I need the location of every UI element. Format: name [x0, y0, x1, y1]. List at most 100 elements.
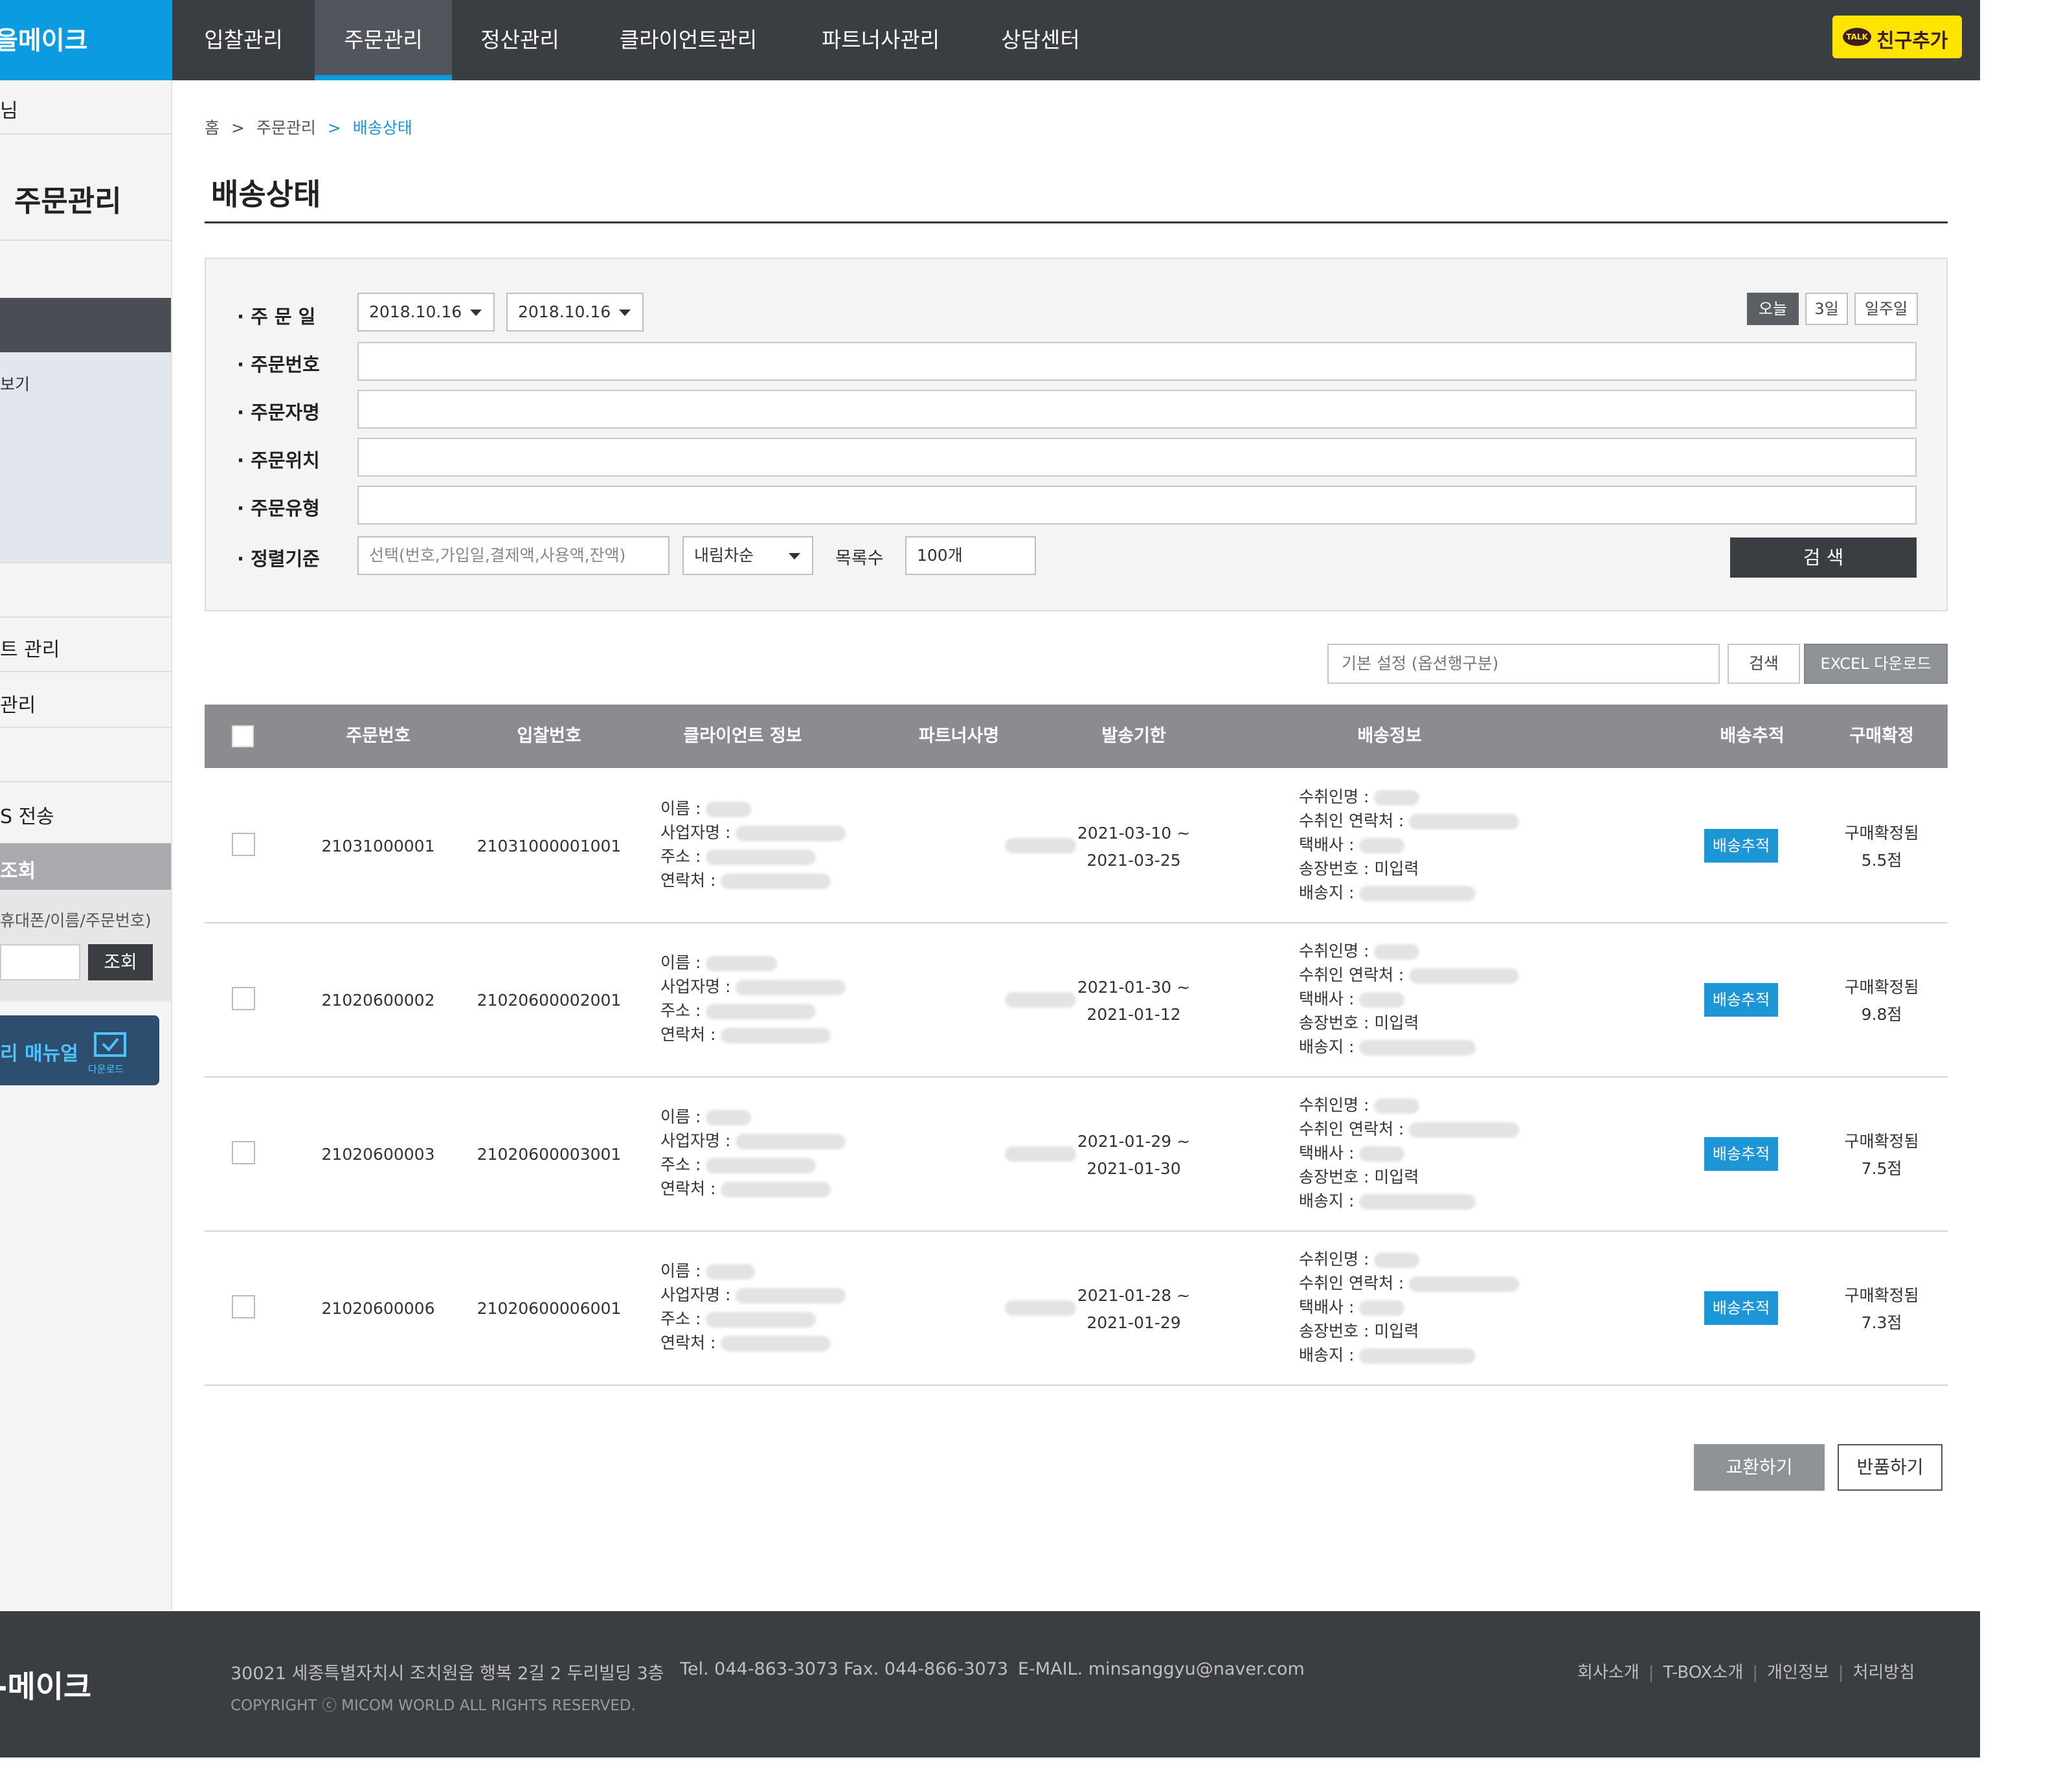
excel-download-button[interactable]: EXCEL 다운로드 [1804, 644, 1948, 684]
list-count-label: 목록수 [835, 548, 884, 569]
nav-client-management[interactable]: 클라이언트관리 [588, 0, 789, 80]
exchange-button[interactable]: 교환하기 [1694, 1444, 1825, 1491]
nav-label: 파트너사관리 [821, 27, 940, 52]
footer-link-privacy[interactable]: 개인정보 [1767, 1663, 1829, 1682]
column-delivery-info: 배송정보 [1357, 726, 1422, 746]
delivery-field-label: 수취인명 : [1299, 787, 1369, 806]
client-info: 이름 : 사업자명 : 주소 : 연락처 : [660, 1259, 846, 1355]
sort-order-select[interactable]: 내림차순 [682, 536, 813, 575]
select-all-checkbox[interactable] [232, 725, 254, 747]
purchase-score: 5.5점 [1861, 851, 1902, 870]
invoice-status: 미입력 [1374, 1322, 1419, 1340]
delivery-field-label: 송장번호 : [1299, 1322, 1369, 1340]
download-icon [94, 1032, 126, 1057]
sidebar-active-group[interactable] [0, 298, 171, 352]
page-title: 배송상태 [211, 177, 321, 212]
sidebar-divider [0, 562, 171, 563]
delivery-info-line: 수취인 연락처 : [1299, 963, 1520, 987]
ship-deadline: 2021-01-30 ~ 2021-01-12 [1053, 974, 1215, 1028]
sidebar-item-manage[interactable]: 관리 [0, 689, 36, 718]
row-checkbox[interactable] [232, 987, 255, 1010]
breadcrumb-parent[interactable]: 주문관리 [256, 119, 316, 137]
search-button[interactable]: 검 색 [1730, 537, 1917, 578]
sidebar-lookup-input[interactable] [0, 944, 80, 980]
redacted-value [1359, 1194, 1476, 1210]
client-field-label: 주소 : [660, 1001, 701, 1020]
nav-consultation-center[interactable]: 상담센터 [973, 0, 1109, 80]
active-nav-indicator [315, 75, 452, 80]
quick-3days-button[interactable]: 3일 [1805, 293, 1848, 325]
sort-field-input[interactable]: 선택(번호,가입일,결제액,사용액,잔액) [357, 536, 670, 575]
logo-text: 을메이크 [0, 27, 88, 56]
order-location-input[interactable] [357, 438, 1917, 477]
row-checkbox[interactable] [232, 833, 255, 856]
footer-link-company[interactable]: 회사소개 [1577, 1663, 1639, 1682]
delivery-tracking-button[interactable]: 배송추적 [1704, 829, 1778, 863]
delivery-info: 수취인명 : 수취인 연락처 : 택배사 : 송장번호 : 미입력 배송지 : [1299, 785, 1520, 905]
sidebar-item-view[interactable]: 보기 [0, 372, 30, 395]
orderer-name-input[interactable] [357, 390, 1917, 429]
list-count-input[interactable]: 100개 [905, 536, 1036, 575]
sidebar-item-client[interactable]: 트 관리 [0, 633, 60, 662]
date-to-select[interactable]: 2018.10.16 [506, 293, 644, 332]
sidebar-divider [0, 671, 171, 672]
logo-area[interactable]: 을메이크 [0, 0, 172, 80]
redacted-value [1359, 838, 1405, 853]
manual-download-button[interactable]: 리 매뉴얼 다운로드 [0, 1015, 159, 1085]
client-info-line: 이름 : [660, 951, 846, 975]
delivery-info-line: 택배사 : [1299, 1295, 1519, 1319]
breadcrumb-home[interactable]: 홈 [205, 119, 220, 137]
bid-number: 21020600002001 [477, 991, 622, 1010]
return-button[interactable]: 반품하기 [1838, 1444, 1942, 1491]
kakao-add-friend-button[interactable]: TALK 친구추가 [1832, 16, 1962, 58]
sidebar-item-sms[interactable]: S 전송 [0, 800, 54, 829]
nav-settlement-management[interactable]: 정산관리 [452, 0, 588, 80]
sidebar-lookup-button[interactable]: 조회 [88, 944, 153, 980]
order-date-label: · 주 문 일 [237, 306, 316, 328]
sidebar-section-title: 주문관리 [14, 184, 122, 218]
client-info-line: 주소 : [660, 1307, 846, 1331]
client-info-line: 주소 : [660, 1153, 846, 1177]
delivery-tracking-button[interactable]: 배송추적 [1704, 1291, 1778, 1325]
footer-link-policy[interactable]: 처리방침 [1852, 1663, 1915, 1682]
delivery-info-line: 수취인명 : [1299, 1247, 1519, 1271]
footer-separator: | [1648, 1663, 1654, 1682]
client-field-label: 연락처 : [660, 1333, 716, 1352]
footer-link-tbox[interactable]: T-BOX소개 [1663, 1663, 1743, 1682]
option-search-button[interactable]: 검색 [1728, 644, 1800, 684]
client-field-label: 주소 : [660, 847, 701, 866]
delivery-info-line: 송장번호 : 미입력 [1299, 857, 1519, 881]
invoice-status: 미입력 [1374, 1168, 1419, 1186]
nav-order-management[interactable]: 주문관리 [315, 0, 452, 80]
quick-today-button[interactable]: 오늘 [1747, 293, 1799, 325]
ship-deadline-end: 2021-01-29 [1087, 1313, 1181, 1332]
delivery-tracking-button[interactable]: 배송추적 [1704, 983, 1778, 1017]
table-header: 주문번호 입찰번호 클라이언트 정보 파트너사명 발송기한 배송정보 배송추적 … [205, 705, 1948, 768]
purchase-score: 7.3점 [1861, 1313, 1902, 1332]
client-info-line: 사업자명 : [660, 820, 846, 844]
date-from-select[interactable]: 2018.10.16 [357, 293, 495, 332]
option-setting-input[interactable]: 기본 설정 (옵션행구분) [1327, 644, 1720, 684]
delivery-field-label: 수취인 연락처 : [1299, 1120, 1404, 1138]
delivery-info-line: 배송지 : [1299, 881, 1519, 905]
purchase-confirm-status: 구매확정됨 [1844, 1132, 1919, 1151]
delivery-info-line: 송장번호 : 미입력 [1299, 1011, 1519, 1035]
delivery-info-line: 택배사 : [1299, 833, 1519, 857]
nav-partner-management[interactable]: 파트너사관리 [789, 0, 973, 80]
redacted-value [1374, 790, 1420, 806]
delivery-tracking-button[interactable]: 배송추적 [1704, 1137, 1778, 1171]
sidebar-divider [0, 240, 171, 241]
delivery-info-line: 송장번호 : 미입력 [1299, 1319, 1519, 1343]
ship-deadline: 2021-01-29 ~ 2021-01-30 [1053, 1128, 1215, 1182]
sidebar-divider [0, 133, 171, 135]
column-partner-name: 파트너사명 [918, 726, 1000, 746]
order-number: 21020600006 [321, 1299, 435, 1318]
quick-week-button[interactable]: 일주일 [1854, 293, 1918, 325]
order-number-input[interactable] [357, 342, 1917, 381]
orderer-name-label: · 주문자명 [237, 401, 320, 424]
row-checkbox[interactable] [232, 1295, 255, 1318]
delivery-info-line: 배송지 : [1299, 1343, 1519, 1367]
row-checkbox[interactable] [232, 1141, 255, 1164]
order-type-input[interactable] [357, 486, 1917, 525]
nav-bid-management[interactable]: 입찰관리 [172, 0, 315, 80]
